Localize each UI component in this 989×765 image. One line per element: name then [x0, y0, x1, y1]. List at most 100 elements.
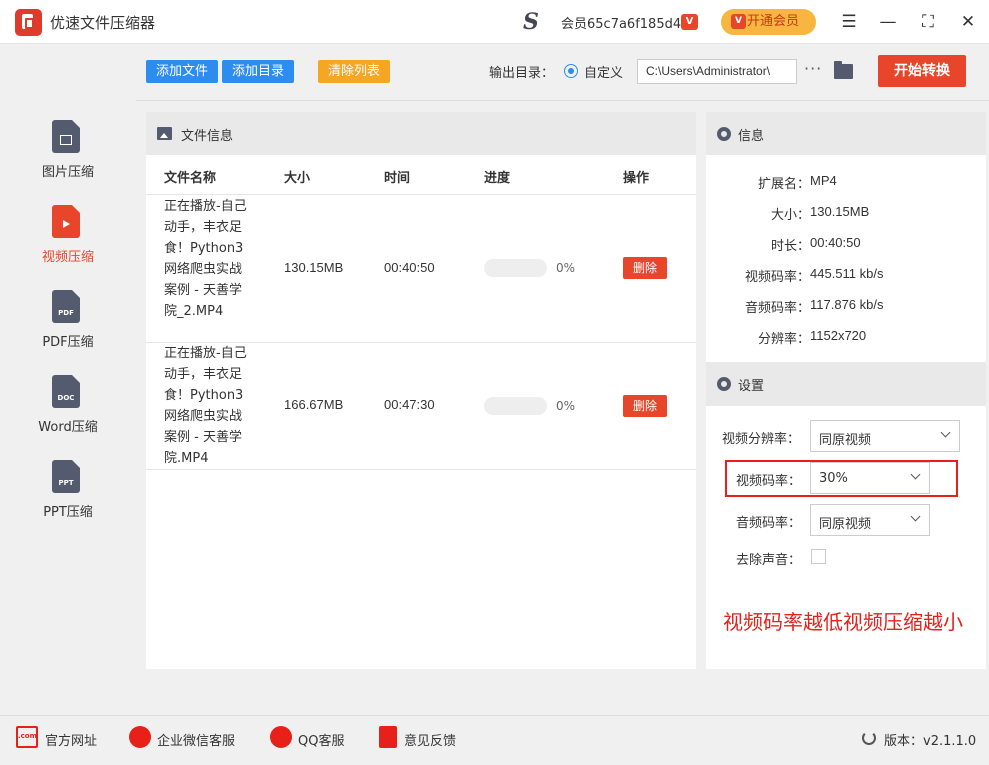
sidebar-item-label: 图片压缩	[41, 165, 94, 180]
video-bitrate-label: 视频码率：	[736, 474, 802, 489]
refresh-icon[interactable]	[862, 731, 876, 745]
resolution-value: 同原视频	[819, 433, 872, 448]
word-file-icon: DOC	[52, 375, 80, 408]
info-panel: 信息 扩展名： MP4 大小： 130.15MB 时长： 00:40:50 视频…	[706, 112, 986, 669]
sidebar: 图片压缩 视频压缩 PDF PDF压缩 DOC Word压缩 PPT PPT压缩	[0, 45, 136, 715]
file-name: 正在播放-自己动手，丰衣足食！Python3网络爬虫实战案例 - 天善学院.MP…	[164, 346, 247, 466]
settings-header: 设置	[706, 362, 986, 406]
remove-audio-label: 去除声音：	[736, 553, 802, 568]
video-file-icon	[52, 205, 80, 238]
start-convert-button[interactable]: 开始转换	[878, 55, 966, 87]
file-size: 130.15MB	[284, 260, 344, 275]
info-key: 大小：	[770, 208, 810, 223]
info-value: 117.876 kb/s	[810, 297, 884, 312]
column-header-size: 大小	[284, 171, 311, 186]
progress-text: 0%	[556, 399, 576, 413]
bitrate-note: 视频码率越低视频压缩越小	[723, 610, 963, 634]
toolbar: 添加文件 添加目录 清除列表 输出目录： 自定义 C:\Users\Admini…	[136, 45, 989, 101]
settings-title: 设置	[738, 379, 765, 394]
progress-bar	[484, 397, 547, 415]
chevron-down-icon	[910, 469, 921, 480]
sidebar-item-image[interactable]: 图片压缩	[0, 120, 136, 200]
info-panel-header: 信息	[706, 112, 986, 155]
column-header-action: 操作	[623, 171, 650, 186]
wechat-service-link[interactable]: 企业微信客服	[157, 730, 235, 749]
video-bitrate-select[interactable]: 30%	[810, 462, 930, 494]
qq-service-link[interactable]: QQ客服	[298, 730, 344, 749]
file-panel-header: 文件信息	[146, 112, 696, 155]
ppt-file-icon: PPT	[52, 460, 80, 493]
feedback-link[interactable]: 意见反馈	[404, 730, 456, 749]
sidebar-item-label: PDF压缩	[42, 335, 94, 350]
open-vip-label: 开通会员	[747, 14, 800, 29]
footer: .com 官方网址 企业微信客服 QQ客服 意见反馈 版本：v2.1.1.0	[0, 715, 989, 765]
more-icon[interactable]: ···	[804, 59, 822, 78]
audio-bitrate-label: 音频码率：	[736, 516, 802, 531]
open-vip-button[interactable]: V 开通会员	[721, 9, 816, 35]
sidebar-item-ppt[interactable]: PPT PPT压缩	[0, 460, 136, 540]
output-path-input[interactable]: C:\Users\Administrator\	[637, 59, 797, 84]
member-s-icon: S	[523, 9, 539, 35]
column-header-progress: 进度	[484, 171, 511, 186]
sidebar-item-video[interactable]: 视频压缩	[0, 205, 136, 285]
sidebar-item-pdf[interactable]: PDF PDF压缩	[0, 290, 136, 370]
divider	[146, 469, 696, 470]
info-value: 445.511 kb/s	[810, 266, 884, 281]
remove-audio-checkbox[interactable]	[811, 549, 826, 564]
image-file-icon	[52, 120, 80, 153]
minimize-button[interactable]: —	[874, 8, 902, 36]
info-value: 00:40:50	[810, 235, 861, 250]
resolution-select[interactable]: 同原视频	[810, 420, 960, 452]
file-panel: 文件信息 文件名称 大小 时间 进度 操作 正在播放-自己动手，丰衣足食！Pyt…	[146, 112, 696, 669]
info-value: 130.15MB	[810, 204, 870, 219]
chevron-down-icon	[910, 511, 921, 522]
progress-bar	[484, 259, 547, 277]
file-panel-title: 文件信息	[181, 129, 234, 144]
image-icon	[157, 127, 172, 140]
custom-radio-label: 自定义	[584, 66, 624, 81]
chevron-down-icon	[940, 427, 951, 438]
vip-badge-icon: V	[681, 14, 698, 30]
folder-icon[interactable]	[834, 61, 853, 79]
add-directory-button[interactable]: 添加目录	[222, 60, 294, 83]
version-text: 版本：v2.1.1.0	[884, 734, 977, 749]
audio-bitrate-select[interactable]: 同原视频	[810, 504, 930, 536]
menu-icon[interactable]: ☰	[835, 8, 863, 36]
info-key: 时长：	[770, 239, 810, 254]
info-value: MP4	[810, 173, 837, 188]
info-key: 音频码率：	[744, 301, 810, 316]
delete-button[interactable]: 删除	[623, 257, 667, 279]
delete-button[interactable]: 删除	[623, 395, 667, 417]
close-button[interactable]: ✕	[954, 8, 982, 36]
file-name: 正在播放-自己动手，丰衣足食！Python3网络爬虫实战案例 - 天善学院_2.…	[164, 199, 247, 319]
file-time: 00:40:50	[384, 260, 435, 275]
info-value: 1152x720	[810, 328, 867, 343]
clear-list-button[interactable]: 清除列表	[318, 60, 390, 83]
progress-text: 0%	[556, 261, 576, 275]
file-size: 166.67MB	[284, 397, 344, 412]
add-file-button[interactable]: 添加文件	[146, 60, 218, 83]
info-key: 扩展名：	[757, 177, 810, 192]
title-bar: 优速文件压缩器 S 会员65c7a6f185d4 V V 开通会员 ☰ — ⛶ …	[0, 0, 989, 44]
gear-icon	[717, 377, 731, 391]
column-header-name: 文件名称	[164, 171, 217, 186]
sidebar-item-word[interactable]: DOC Word压缩	[0, 375, 136, 455]
vip-icon: V	[731, 14, 746, 29]
wechat-icon	[129, 726, 151, 748]
gear-icon	[717, 127, 731, 141]
qq-icon	[270, 726, 292, 748]
sidebar-item-label: Word压缩	[38, 420, 98, 435]
info-panel-title: 信息	[738, 129, 765, 144]
sidebar-item-label: PPT压缩	[43, 505, 93, 520]
divider	[146, 194, 696, 195]
output-dir-label: 输出目录：	[489, 66, 555, 81]
website-link[interactable]: 官方网址	[45, 730, 97, 749]
info-key: 分辨率：	[757, 332, 810, 347]
member-id[interactable]: 会员65c7a6f185d4	[561, 13, 681, 32]
app-title: 优速文件压缩器	[50, 14, 156, 32]
audio-bitrate-value: 同原视频	[819, 517, 872, 532]
website-icon: .com	[16, 726, 38, 748]
pdf-file-icon: PDF	[52, 290, 80, 323]
maximize-button[interactable]: ⛶	[914, 8, 942, 36]
custom-radio[interactable]	[564, 64, 578, 78]
